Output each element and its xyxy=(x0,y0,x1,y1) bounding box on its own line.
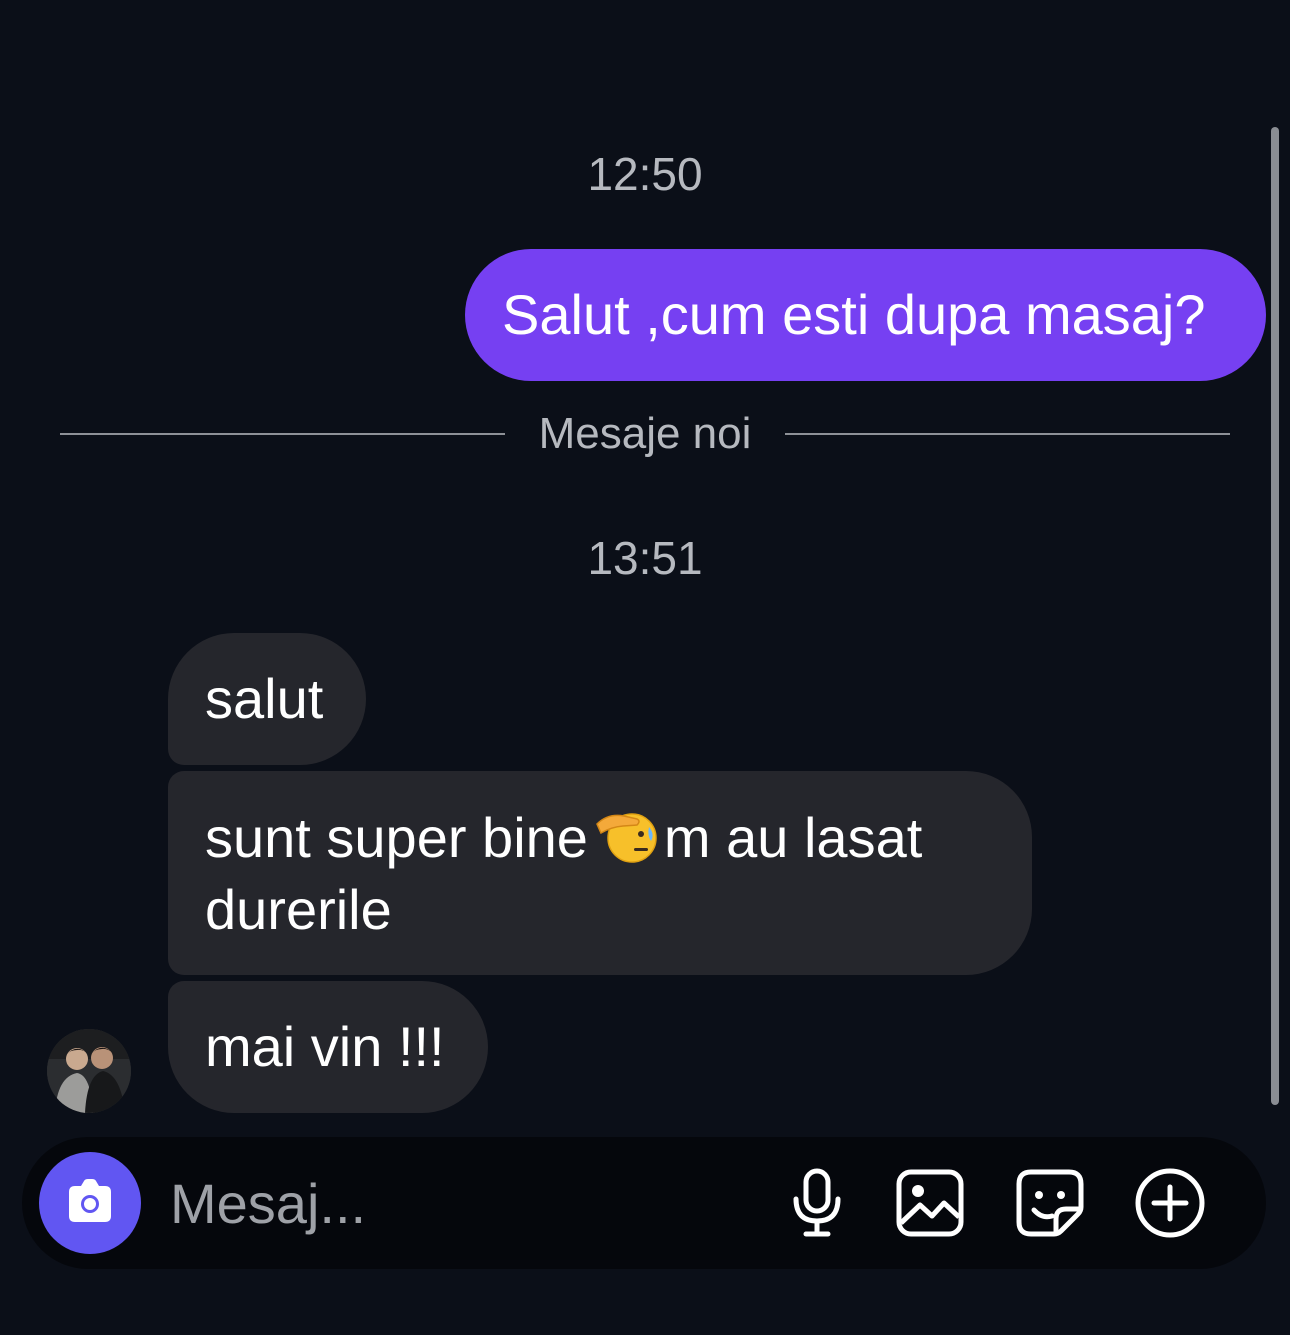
divider-line xyxy=(60,433,505,435)
message-composer xyxy=(22,1137,1266,1269)
incoming-message-bubble[interactable]: sunt super bine m au lasat durerile xyxy=(168,771,1032,975)
message-input[interactable] xyxy=(170,1165,730,1241)
sticker-button[interactable] xyxy=(1012,1165,1088,1241)
new-messages-divider: Mesaje noi xyxy=(60,405,1230,463)
outgoing-message-bubble[interactable]: Salut ,cum esti dupa masaj? xyxy=(465,249,1266,381)
saluting-face-emoji xyxy=(596,813,657,863)
incoming-message-text: sunt super bine xyxy=(205,806,588,869)
incoming-message-text: mai vin !!! xyxy=(205,1015,445,1078)
incoming-message-bubble[interactable]: salut xyxy=(168,633,366,765)
sticker-icon xyxy=(1016,1169,1084,1237)
image-icon xyxy=(896,1169,964,1237)
message-timestamp: 13:51 xyxy=(587,532,703,584)
avatar-photo xyxy=(47,1029,131,1113)
gallery-button[interactable] xyxy=(892,1165,968,1241)
divider-label: Mesaje noi xyxy=(538,409,752,458)
incoming-message-text: salut xyxy=(205,667,324,730)
plus-circle-icon xyxy=(1135,1168,1205,1238)
divider-line xyxy=(785,433,1230,435)
microphone-icon xyxy=(793,1168,841,1237)
camera-icon xyxy=(69,1179,111,1222)
message-timestamp: 12:50 xyxy=(587,148,703,200)
sender-avatar[interactable] xyxy=(47,1029,131,1113)
incoming-message-bubble[interactable]: mai vin !!! xyxy=(168,981,488,1113)
add-button[interactable] xyxy=(1132,1165,1208,1241)
chat-screen: 12:50 Salut ,cum esti dupa masaj? Mesaje… xyxy=(0,0,1290,1335)
microphone-button[interactable] xyxy=(779,1165,855,1241)
camera-button[interactable] xyxy=(39,1152,141,1254)
scrollbar[interactable] xyxy=(1271,127,1279,1105)
outgoing-message-text: Salut ,cum esti dupa masaj? xyxy=(502,283,1206,346)
